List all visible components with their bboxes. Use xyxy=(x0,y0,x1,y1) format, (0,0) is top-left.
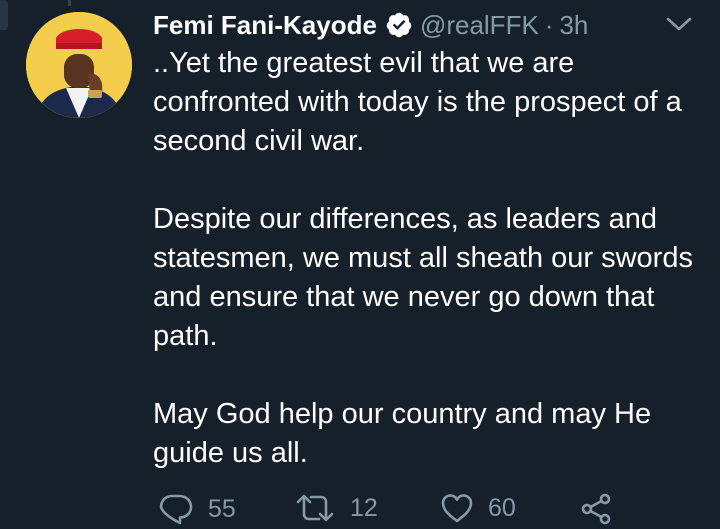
tweet-paragraph: May God help our country and may He guid… xyxy=(153,398,652,469)
chevron-down-icon[interactable] xyxy=(664,14,694,34)
thread-connector-line xyxy=(68,0,71,6)
tweet-paragraph: Despite our differences, as leaders and … xyxy=(153,203,693,352)
avatar[interactable] xyxy=(26,12,132,118)
tweet-paragraph: ..Yet the greatest evil that we are conf… xyxy=(153,47,682,157)
author-handle[interactable]: @realFFK xyxy=(420,10,539,41)
reply-button[interactable]: 55 xyxy=(158,493,236,525)
tweet-text: ..Yet the greatest evil that we are conf… xyxy=(153,44,713,473)
tweet-header: Femi Fani-Kayode @realFFK · 3h xyxy=(153,8,588,42)
share-icon xyxy=(581,493,611,525)
retweet-count: 12 xyxy=(350,493,378,522)
tweet-timestamp[interactable]: 3h xyxy=(559,10,588,41)
tweet-actions: 55 12 60 xyxy=(0,493,720,529)
author-name[interactable]: Femi Fani-Kayode xyxy=(153,10,377,41)
reply-count: 55 xyxy=(208,494,236,523)
like-button[interactable]: 60 xyxy=(440,493,516,523)
thread-edge xyxy=(0,0,8,30)
heart-icon xyxy=(441,494,473,523)
retweet-icon xyxy=(296,494,334,522)
dot-separator: · xyxy=(544,9,554,40)
verified-badge-icon xyxy=(386,12,412,38)
reply-icon xyxy=(159,494,193,525)
retweet-button[interactable]: 12 xyxy=(294,493,378,523)
like-count: 60 xyxy=(488,493,516,522)
share-button[interactable] xyxy=(579,493,613,525)
